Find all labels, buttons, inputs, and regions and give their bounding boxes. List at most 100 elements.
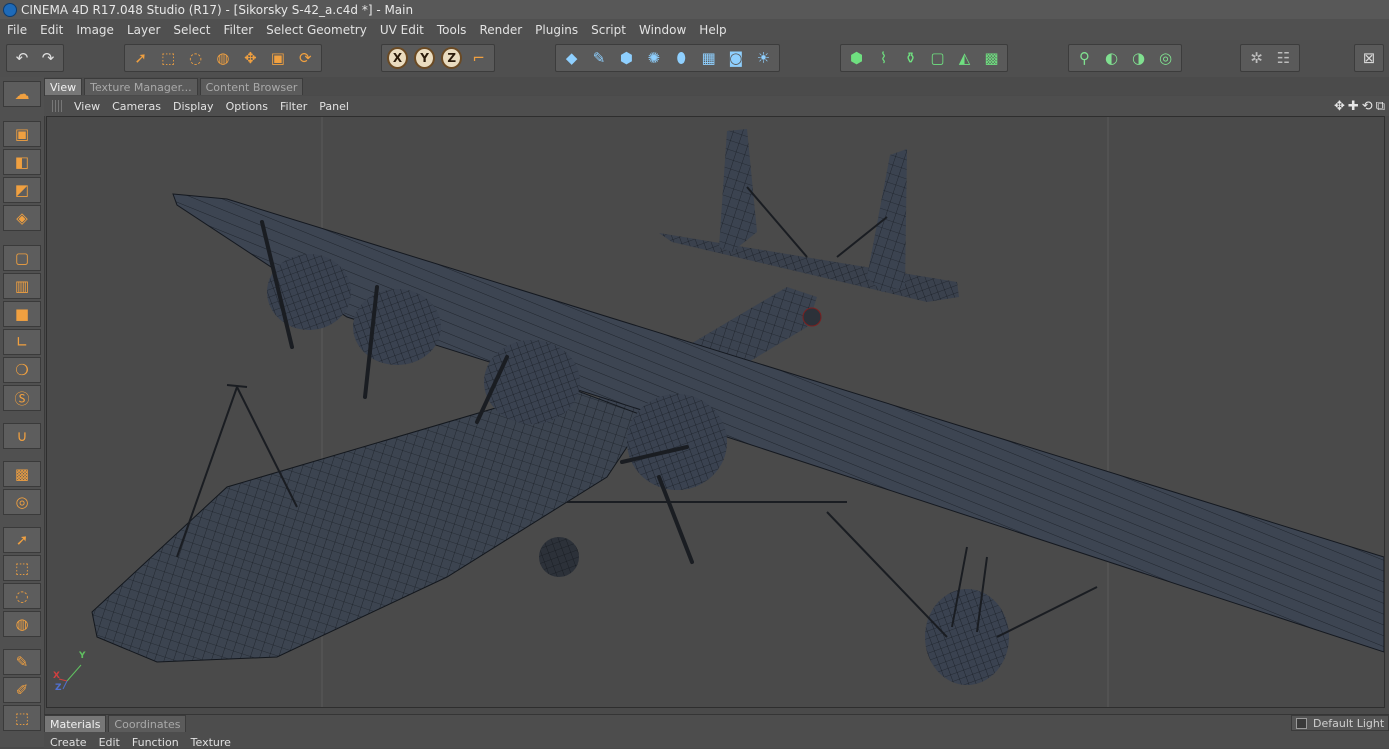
select-lasso-tool-button[interactable]: ◌ [3,583,41,609]
soft-snap-tool-button[interactable]: Ⓢ [3,385,41,411]
lasso-select-button[interactable]: ◌ [183,46,208,70]
points-tool-button[interactable]: ▢ [3,245,41,271]
maximize-icon[interactable]: ⧉ [1376,99,1385,114]
lock-icon: ▩ [14,465,30,483]
gravity-tool-button[interactable]: ◎ [3,489,41,515]
menu-layer[interactable]: Layer [120,23,166,37]
pen-button[interactable]: ✎ [586,46,611,70]
polygon-select-icon: ◍ [216,49,230,67]
undo-button[interactable]: ↶ [10,46,34,70]
default-light-toggle[interactable]: Default Light [1291,715,1389,731]
axis-z-lock-button[interactable]: Z [441,47,463,69]
menu-window[interactable]: Window [632,23,692,37]
texture-mode-button[interactable]: ▢ [925,46,950,70]
symmetry-button[interactable]: ◑ [1126,46,1151,70]
snap-button[interactable]: ⚲ [1072,46,1097,70]
select-box-icon: ⬚ [14,709,30,727]
axis-y-lock-button[interactable]: Y [414,47,436,69]
select-poly-tool-button[interactable]: ◍ [3,611,41,637]
orbit-icon[interactable]: ⟲ [1362,99,1373,114]
menu-edit[interactable]: Edit [33,23,69,37]
camera-button[interactable]: ◙ [723,46,748,70]
3d-viewport[interactable]: Y X Z [46,116,1385,708]
scale-button[interactable]: ▣ [265,46,290,70]
redo-button[interactable]: ↷ [36,46,60,70]
tab-content-browser[interactable]: Content Browser [199,78,304,95]
mesh-tool-button[interactable]: ◧ [3,149,41,175]
workplane-button[interactable]: ◐ [1099,46,1124,70]
menu-plugins[interactable]: Plugins [528,23,584,37]
select-rect-tool-button[interactable]: ⬚ [3,555,41,581]
menu-help[interactable]: Help [692,23,732,37]
menu-script[interactable]: Script [584,23,632,37]
eyedropper-tool-button[interactable]: ✐ [3,677,41,703]
uv-mode-button[interactable]: ▩ [979,46,1004,70]
menu-file[interactable]: File [0,23,33,37]
pan-icon[interactable]: ✥ [1334,99,1345,114]
hud-button[interactable]: ☷ [1271,46,1296,70]
select-rect-icon: ⬚ [14,559,30,577]
panel-grip-icon[interactable] [52,100,62,112]
texture-mode-icon: ▢ [930,49,945,67]
menu-image[interactable]: Image [69,23,120,37]
tweak-tool-button[interactable]: ❍ [3,357,41,383]
live-selection-button[interactable]: ➚ [128,46,153,70]
soft-selection-button[interactable]: ◎ [1153,46,1178,70]
edge-mode-button[interactable]: ⌇ [871,46,896,70]
rectangle-select-button[interactable]: ⬚ [155,46,180,70]
snap-icon: ⚲ [1079,49,1090,67]
edges-tool-button[interactable]: ▥ [3,273,41,299]
coordinate-system-button[interactable]: ⌐ [466,46,491,70]
deformer-button[interactable]: ⬮ [669,46,694,70]
eyedropper-icon: ✐ [15,681,29,699]
magnet-tool-button[interactable]: ∪ [3,423,41,449]
select-box-tool-button[interactable]: ⬚ [3,705,41,731]
tab-materials[interactable]: Materials [44,715,107,732]
wireframe-airplane-render [91,117,1384,707]
menu-select-geometry[interactable]: Select Geometry [259,23,373,37]
settings-button[interactable]: ✲ [1244,46,1269,70]
viewport-menu-view[interactable]: View [68,100,106,113]
tab-coordinates[interactable]: Coordinates [108,715,187,732]
menu-tools[interactable]: Tools [430,23,473,37]
menu-select[interactable]: Select [166,23,216,37]
plane-mode-button[interactable]: ◭ [952,46,977,70]
floor-button[interactable]: ▦ [696,46,721,70]
rotate-button[interactable]: ⟳ [293,46,318,70]
menu-filter[interactable]: Filter [216,23,259,37]
lock-tool-button[interactable]: ▩ [3,461,41,487]
axis-tool-button[interactable]: ∟ [3,329,41,355]
axis-x-lock-button[interactable]: X [387,47,409,69]
array-button[interactable]: ✺ [641,46,666,70]
object-tool-button[interactable]: ▣ [3,121,41,147]
model-tool-button[interactable]: ☁ [3,81,41,107]
texture-tool-button[interactable]: ◩ [3,177,41,203]
viewport-menu-filter[interactable]: Filter [274,100,313,113]
move-button[interactable]: ✥ [238,46,263,70]
light-button[interactable]: ☀ [751,46,776,70]
cube-button[interactable]: ◆ [559,46,584,70]
object-mode-button[interactable]: ⬢ [844,46,869,70]
menu-render[interactable]: Render [472,23,528,37]
point-mode-button[interactable]: ⚱ [898,46,923,70]
dolly-icon[interactable]: ✚ [1348,99,1359,114]
viewport-menu-cameras[interactable]: Cameras [106,100,167,113]
polygon-select-button[interactable]: ◍ [210,46,235,70]
tweak-icon: ❍ [15,361,29,379]
menu-uv-edit[interactable]: UV Edit [373,23,430,37]
subdivision-button[interactable]: ⬢ [614,46,639,70]
viewport-menu-panel[interactable]: Panel [313,100,355,113]
soft-selection-icon: ◎ [1158,49,1173,67]
viewport-menu-display[interactable]: Display [167,100,220,113]
edges-icon: ▥ [14,277,30,295]
polygons-tool-button[interactable]: ■ [3,301,41,327]
tab-view[interactable]: View [44,78,83,95]
select-live-tool-button[interactable]: ➚ [3,527,41,553]
tab-texture-manager[interactable]: Texture Manager... [84,78,198,95]
workplane-tool-button[interactable]: ◈ [3,205,41,231]
layout-button[interactable]: ⊠ [1358,46,1380,70]
default-light-checkbox[interactable] [1296,717,1307,729]
viewport-menu-options[interactable]: Options [220,100,274,113]
axis-gizmo: Y X Z [53,651,89,693]
paint-tool-button[interactable]: ✎ [3,649,41,675]
